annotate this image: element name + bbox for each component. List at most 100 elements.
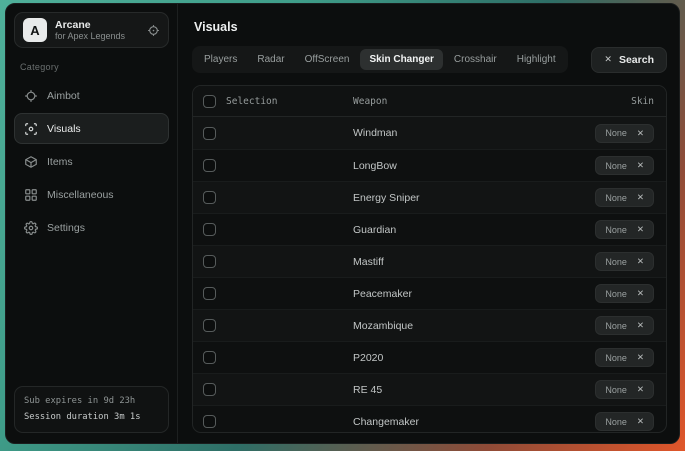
skin-value: None [605, 161, 627, 171]
table-body: Windman None ✕ LongBow None [193, 117, 666, 433]
tab-players[interactable]: Players [195, 49, 246, 70]
row-checkbox[interactable] [203, 415, 216, 428]
skin-value: None [605, 225, 627, 235]
row-checkbox[interactable] [203, 159, 216, 172]
main-panel: Visuals Players Radar OffScreen Skin Cha… [178, 4, 679, 443]
table-row[interactable]: Windman None ✕ [193, 117, 666, 149]
clear-skin-x-icon[interactable]: ✕ [637, 320, 644, 331]
row-checkbox[interactable] [203, 383, 216, 396]
weapon-name: LongBow [353, 160, 595, 172]
table-header-row: Selection Weapon Skin [193, 86, 666, 117]
tab-crosshair[interactable]: Crosshair [445, 49, 506, 70]
table-row[interactable]: Guardian None ✕ [193, 213, 666, 245]
skin-value: None [605, 353, 627, 363]
selection-column-header: Selection [226, 96, 277, 107]
clear-skin-x-icon[interactable]: ✕ [637, 416, 644, 427]
weapon-name: Mastiff [353, 256, 595, 268]
skin-badge[interactable]: None ✕ [595, 252, 654, 271]
clear-skin-x-icon[interactable]: ✕ [637, 352, 644, 363]
skin-value: None [605, 385, 627, 395]
sidebar-item-settings[interactable]: Settings [14, 212, 169, 243]
row-checkbox[interactable] [203, 127, 216, 140]
skin-badge[interactable]: None ✕ [595, 316, 654, 335]
clear-skin-x-icon[interactable]: ✕ [637, 256, 644, 267]
skin-badge[interactable]: None ✕ [595, 220, 654, 239]
row-checkbox[interactable] [203, 287, 216, 300]
sidebar-item-label: Items [47, 156, 73, 168]
page-title: Visuals [194, 20, 667, 34]
sidebar-nav: Aimbot Visuals Items Miscellaneous [14, 80, 169, 243]
package-icon [23, 154, 38, 169]
search-button-label: Search [619, 54, 654, 66]
skin-value: None [605, 417, 627, 427]
weapon-name: Energy Sniper [353, 192, 595, 204]
clear-skin-x-icon[interactable]: ✕ [637, 128, 644, 139]
table-row[interactable]: Energy Sniper None ✕ [193, 181, 666, 213]
skin-badge[interactable]: None ✕ [595, 284, 654, 303]
clear-skin-x-icon[interactable]: ✕ [637, 288, 644, 299]
brand-card: A Arcane for Apex Legends [14, 12, 169, 48]
app-window: A Arcane for Apex Legends Category [5, 3, 680, 444]
weapon-name: P2020 [353, 352, 595, 364]
weapon-name: Peacemaker [353, 288, 595, 300]
table-row[interactable]: Peacemaker None ✕ [193, 277, 666, 309]
table-row[interactable]: P2020 None ✕ [193, 341, 666, 373]
sidebar-item-miscellaneous[interactable]: Miscellaneous [14, 179, 169, 210]
row-checkbox[interactable] [203, 255, 216, 268]
table-row[interactable]: Mozambique None ✕ [193, 309, 666, 341]
weapon-name: Mozambique [353, 320, 595, 332]
table-row[interactable]: Changemaker None ✕ [193, 405, 666, 433]
clear-skin-x-icon[interactable]: ✕ [637, 160, 644, 171]
row-checkbox[interactable] [203, 191, 216, 204]
skin-badge[interactable]: None ✕ [595, 124, 654, 143]
table-row[interactable]: LongBow None ✕ [193, 149, 666, 181]
select-all-checkbox[interactable] [203, 95, 216, 108]
weapon-name: Guardian [353, 224, 595, 236]
skin-value: None [605, 128, 627, 138]
session-duration-text: Session duration 3m 1s [24, 410, 159, 425]
tab-skin-changer[interactable]: Skin Changer [360, 49, 442, 70]
sidebar-item-label: Miscellaneous [47, 189, 114, 201]
sidebar-item-items[interactable]: Items [14, 146, 169, 177]
sidebar: A Arcane for Apex Legends Category [6, 4, 178, 443]
skin-badge[interactable]: None ✕ [595, 188, 654, 207]
session-info-card: Sub expires in 9d 23h Session duration 3… [14, 386, 169, 433]
target-icon[interactable] [147, 24, 160, 37]
sidebar-item-label: Visuals [47, 123, 81, 135]
toolbar: Players Radar OffScreen Skin Changer Cro… [192, 46, 667, 73]
sidebar-item-label: Aimbot [47, 90, 80, 102]
search-button[interactable]: ✕ Search [591, 47, 667, 73]
skin-badge[interactable]: None ✕ [595, 348, 654, 367]
clear-skin-x-icon[interactable]: ✕ [637, 224, 644, 235]
skin-value: None [605, 193, 627, 203]
skin-badge[interactable]: None ✕ [595, 380, 654, 399]
table-row[interactable]: RE 45 None ✕ [193, 373, 666, 405]
weapon-column-header: Weapon [353, 96, 631, 107]
weapon-name: RE 45 [353, 384, 595, 396]
skin-value: None [605, 257, 627, 267]
skin-table: Selection Weapon Skin Windman None ✕ [192, 85, 667, 433]
x-icon: ✕ [604, 54, 612, 65]
sub-expires-text: Sub expires in 9d 23h [24, 394, 159, 409]
row-checkbox[interactable] [203, 223, 216, 236]
skin-value: None [605, 289, 627, 299]
skin-value: None [605, 321, 627, 331]
skin-column-header: Skin [631, 96, 654, 107]
grid-icon [23, 187, 38, 202]
clear-skin-x-icon[interactable]: ✕ [637, 384, 644, 395]
skin-badge[interactable]: None ✕ [595, 412, 654, 431]
tab-offscreen[interactable]: OffScreen [296, 49, 359, 70]
tab-radar[interactable]: Radar [248, 49, 293, 70]
table-row[interactable]: Mastiff None ✕ [193, 245, 666, 277]
tab-bar: Players Radar OffScreen Skin Changer Cro… [192, 46, 568, 73]
tab-highlight[interactable]: Highlight [508, 49, 565, 70]
app-subtitle: for Apex Legends [55, 31, 139, 41]
row-checkbox[interactable] [203, 351, 216, 364]
skin-badge[interactable]: None ✕ [595, 156, 654, 175]
category-label: Category [20, 62, 169, 72]
row-checkbox[interactable] [203, 319, 216, 332]
clear-skin-x-icon[interactable]: ✕ [637, 192, 644, 203]
sidebar-item-visuals[interactable]: Visuals [14, 113, 169, 144]
sidebar-item-aimbot[interactable]: Aimbot [14, 80, 169, 111]
gear-icon [23, 220, 38, 235]
